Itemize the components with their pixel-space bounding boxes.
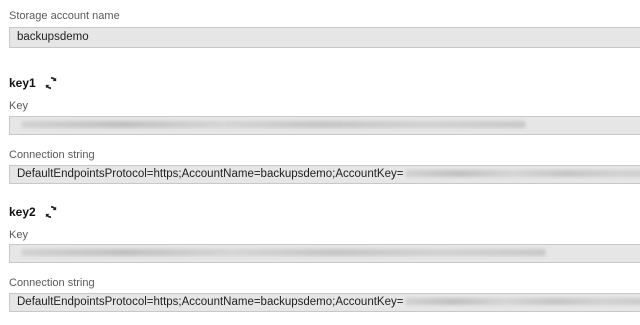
- key1-connection-redacted: [405, 170, 640, 178]
- key1-key-redacted: [21, 121, 526, 129]
- key1-heading: key1: [9, 76, 36, 90]
- key1-connection-label: Connection string: [9, 149, 95, 161]
- key2-connection-string-field[interactable]: DefaultEndpointsProtocol=https;AccountNa…: [9, 293, 640, 312]
- storage-account-name-field[interactable]: backupsdemo: [9, 27, 640, 48]
- key2-connection-prefix: DefaultEndpointsProtocol=https;AccountNa…: [17, 296, 404, 308]
- key1-connection-string-field[interactable]: DefaultEndpointsProtocol=https;AccountNa…: [9, 165, 640, 184]
- refresh-icon[interactable]: [44, 205, 58, 219]
- key2-section-header: key2: [9, 205, 58, 219]
- key2-key-field[interactable]: [9, 244, 640, 263]
- key2-key-redacted: [21, 249, 546, 257]
- key1-key-label: Key: [9, 100, 28, 112]
- storage-account-name-label: Storage account name: [9, 10, 120, 22]
- key2-connection-redacted: [405, 298, 640, 306]
- key2-connection-label: Connection string: [9, 277, 95, 289]
- key1-section-header: key1: [9, 76, 58, 90]
- refresh-icon[interactable]: [44, 76, 58, 90]
- key2-heading: key2: [9, 205, 36, 219]
- key2-key-label: Key: [9, 229, 28, 241]
- key1-connection-prefix: DefaultEndpointsProtocol=https;AccountNa…: [17, 168, 404, 180]
- key1-key-field[interactable]: [9, 116, 640, 135]
